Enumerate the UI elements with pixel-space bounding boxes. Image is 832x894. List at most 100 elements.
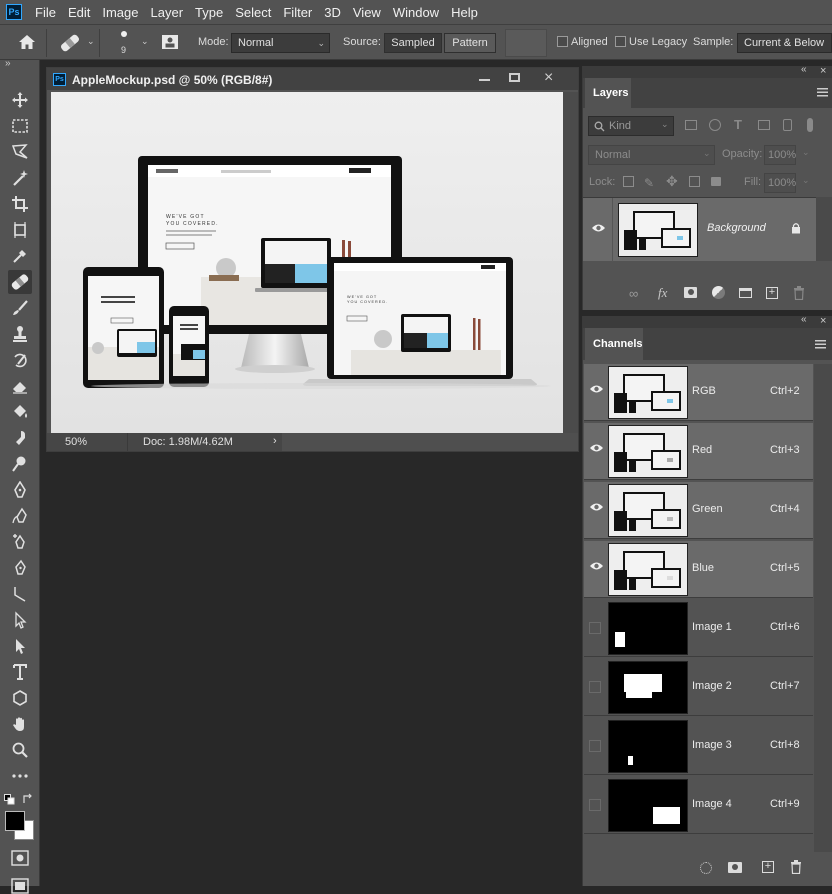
default-colors-icon[interactable] xyxy=(4,794,15,805)
type-tool-icon[interactable] xyxy=(8,660,32,684)
fx-icon[interactable]: fx xyxy=(658,285,667,301)
channels-scrollbar[interactable] xyxy=(814,364,832,852)
close-panel-icon[interactable]: × xyxy=(820,315,826,327)
eye-icon[interactable] xyxy=(589,443,605,459)
paint-bucket-tool-icon[interactable] xyxy=(8,400,32,424)
pattern-button[interactable]: Pattern xyxy=(444,33,496,53)
visibility-toggle[interactable] xyxy=(589,799,601,811)
menu-3d[interactable]: 3D xyxy=(324,5,341,20)
chevron-down-icon[interactable]: ⌄ xyxy=(802,147,810,158)
clone-source-panel-icon[interactable] xyxy=(161,33,179,51)
channel-row-green[interactable]: Green Ctrl+4 xyxy=(584,482,813,539)
chevron-down-icon[interactable]: ⌄ xyxy=(87,36,95,47)
lock-transparent-pixels-icon[interactable] xyxy=(623,176,634,187)
close-panel-icon[interactable]: × xyxy=(820,65,826,77)
opacity-input[interactable]: 100% xyxy=(764,145,796,165)
pattern-picker[interactable] xyxy=(505,29,547,57)
channel-row-red[interactable]: Red Ctrl+3 xyxy=(584,423,813,480)
adjustment-layer-icon[interactable] xyxy=(712,286,725,299)
collapse-panel-icon[interactable]: « xyxy=(801,64,807,75)
channel-row-image-2[interactable]: Image 2 Ctrl+7 xyxy=(584,659,813,716)
sampled-button[interactable]: Sampled xyxy=(384,33,442,53)
layer-name[interactable]: Background xyxy=(707,222,766,234)
new-layer-icon[interactable]: + xyxy=(766,287,778,299)
eyedropper-tool-icon[interactable] xyxy=(8,244,32,268)
foreground-color-swatch[interactable] xyxy=(5,811,25,831)
lock-artboard-icon[interactable] xyxy=(689,176,700,187)
menu-image[interactable]: Image xyxy=(102,5,138,20)
panel-menu-icon[interactable] xyxy=(815,340,826,349)
magic-wand-tool-icon[interactable] xyxy=(8,166,32,190)
tab-channels[interactable]: Channels xyxy=(585,328,643,360)
history-brush-tool-icon[interactable] xyxy=(8,348,32,372)
chevron-down-icon[interactable]: ⌄ xyxy=(802,175,810,186)
channel-row-image-3[interactable]: Image 3 Ctrl+8 xyxy=(584,718,813,775)
menu-view[interactable]: View xyxy=(353,5,381,20)
vertical-scrollbar[interactable] xyxy=(563,92,578,433)
close-icon[interactable]: × xyxy=(544,69,553,87)
new-group-icon[interactable] xyxy=(739,288,752,298)
filter-adjustment-icon[interactable] xyxy=(709,119,721,131)
healing-brush-tool-icon[interactable] xyxy=(8,270,32,294)
sample-select[interactable]: Current & Below xyxy=(737,33,832,53)
menu-window[interactable]: Window xyxy=(393,5,439,20)
crop-tool-icon[interactable] xyxy=(8,192,32,216)
link-layers-icon[interactable]: ∞ xyxy=(629,286,638,301)
panel-menu-icon[interactable] xyxy=(817,88,828,97)
blend-mode-select[interactable]: Normal ⌄ xyxy=(588,145,715,165)
filter-pixel-icon[interactable] xyxy=(685,120,697,130)
collapse-panel-icon[interactable]: « xyxy=(801,314,807,325)
hand-tool-icon[interactable] xyxy=(8,712,32,736)
more-tools-icon[interactable] xyxy=(8,764,32,788)
curvature-pen-tool-icon[interactable] xyxy=(8,556,32,580)
direct-selection-tool-icon[interactable] xyxy=(8,634,32,658)
add-mask-icon[interactable] xyxy=(684,287,697,298)
use-legacy-checkbox[interactable] xyxy=(615,36,626,47)
trash-icon[interactable] xyxy=(793,286,805,300)
eye-icon[interactable] xyxy=(589,384,605,400)
lock-image-pixels-icon[interactable]: ✎ xyxy=(644,176,654,190)
menu-help[interactable]: Help xyxy=(451,5,478,20)
maximize-icon[interactable] xyxy=(509,73,520,82)
move-tool-icon[interactable] xyxy=(8,88,32,112)
layer-filter-select[interactable]: Kind ⌄ xyxy=(588,116,674,136)
menu-edit[interactable]: Edit xyxy=(68,5,90,20)
document-title-bar[interactable]: Ps AppleMockup.psd @ 50% (RGB/8#) × xyxy=(47,68,578,90)
path-selection-tool-icon[interactable] xyxy=(8,608,32,632)
collapse-arrows-icon[interactable]: » xyxy=(5,58,11,69)
menu-type[interactable]: Type xyxy=(195,5,223,20)
channel-row-rgb[interactable]: RGB Ctrl+2 xyxy=(584,364,813,421)
document-canvas[interactable]: WE'VE GOT YOU COVERED. WE'VE GOT YOU COV… xyxy=(51,92,563,433)
status-menu-arrow-icon[interactable]: › xyxy=(273,435,277,447)
eraser-tool-icon[interactable] xyxy=(8,374,32,398)
zoom-level[interactable]: 50% xyxy=(65,436,87,448)
eye-icon[interactable] xyxy=(591,223,606,233)
menu-file[interactable]: File xyxy=(35,5,56,20)
menu-select[interactable]: Select xyxy=(235,5,271,20)
save-selection-icon[interactable] xyxy=(728,862,742,873)
shape-tool-icon[interactable] xyxy=(8,686,32,710)
pen-tool-icon[interactable] xyxy=(8,478,32,502)
channel-row-image-1[interactable]: Image 1 Ctrl+6 xyxy=(584,600,813,657)
screen-mode-icon[interactable] xyxy=(11,878,29,894)
swap-colors-icon[interactable] xyxy=(22,793,34,805)
freeform-pen-tool-icon[interactable] xyxy=(8,504,32,528)
healing-brush-preset-icon[interactable] xyxy=(58,32,82,54)
visibility-toggle[interactable] xyxy=(589,681,601,693)
quick-mask-icon[interactable] xyxy=(11,850,29,866)
mode-select[interactable]: Normal ⌄ xyxy=(231,33,330,53)
fill-input[interactable]: 100% xyxy=(764,173,796,193)
load-selection-icon[interactable] xyxy=(700,862,712,874)
lasso-tool-icon[interactable] xyxy=(8,140,32,164)
eye-icon[interactable] xyxy=(589,561,605,577)
channel-row-blue[interactable]: Blue Ctrl+5 xyxy=(584,541,813,598)
visibility-toggle[interactable] xyxy=(589,622,601,634)
visibility-toggle[interactable] xyxy=(589,740,601,752)
minimize-icon[interactable] xyxy=(479,79,490,81)
menu-layer[interactable]: Layer xyxy=(151,5,184,20)
layer-row[interactable]: Background xyxy=(583,197,816,262)
layers-scrollbar[interactable] xyxy=(816,197,832,261)
add-anchor-point-tool-icon[interactable] xyxy=(8,530,32,554)
lock-all-icon[interactable] xyxy=(711,177,721,186)
home-icon[interactable] xyxy=(18,34,36,50)
